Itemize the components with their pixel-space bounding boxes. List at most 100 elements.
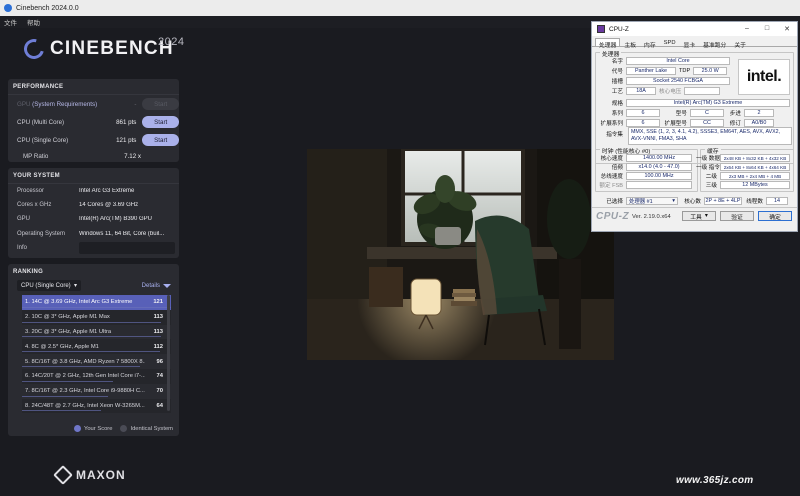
cpuz-tab-bar: 处理器 主板 内存 SPD 显卡 基准跑分 关于 [592,36,797,49]
menu-help[interactable]: 帮助 [27,17,40,27]
ranking-row-label: 4. 8C @ 2.5* GHz, Apple M1 [25,343,99,350]
cpuz-instr-label: 指令集 [606,132,623,138]
ranking-row-score-bar [22,395,109,397]
system-row-value: Intel(R) Arc(TM) B390 GPU [79,216,153,223]
cpuz-l1i-label: 一级 指令 [696,165,720,171]
gpu-row: GPU (System Requirements) - Start [8,95,179,113]
cpuz-family-value: 6 [626,109,660,117]
performance-panel: PERFORMANCE GPU (System Requirements) - … [8,79,179,162]
performance-heading: PERFORMANCE [8,79,179,95]
ranking-row[interactable]: 3. 20C @ 3* GHz, Apple M1 Ultra 113 [22,325,171,340]
maxon-text: MAXON [76,468,126,482]
ranking-row-label: 7. 8C/16T @ 2.3 GHz, Intel Core i9-9880H… [25,388,145,395]
ranking-heading: RANKING [13,269,44,275]
cpuz-revision-value: A0/B0 [744,119,774,127]
cpuz-tab[interactable]: 内存 [640,38,660,49]
cpuz-footer: CPU-Z Ver. 2.19.0.x64 工具 ▾ 验证 确定 [592,207,797,231]
ranking-row-score: 113 [153,314,163,321]
cpuz-l1d-value: 2x48 KB + 8x32 KB + 4x32 KB [720,154,790,162]
cpuz-package-label: 插槽 [611,79,623,85]
cpuz-instr-value: MMX, SSE (1, 2, 3, 4.1, 4.2), SSSE3, EM6… [628,127,792,145]
cpuz-extfamily-value: 6 [626,119,660,127]
single-core-start-button[interactable]: Start [142,134,179,146]
cpuz-tab[interactable]: 主板 [620,38,640,49]
cpuz-ok-button[interactable]: 确定 [758,211,792,221]
cpuz-core-speed-value: 1400.00 MHz [626,154,692,162]
ranking-row[interactable]: 8. 24C/48T @ 2.7 GHz, Intel Xeon W-3265M… [22,398,171,414]
ranking-scrollbar[interactable] [167,295,170,411]
minimize-icon[interactable]: – [737,25,757,33]
cpuz-tdp-label: TDP [679,68,691,74]
cpuz-window: CPU-Z – □ ✕ 处理器 主板 内存 SPD 显卡 基准跑分 关于 处理器 名字 In… [591,21,798,232]
cpuz-voltage-label: 核心电压 [659,89,682,95]
cpuz-brand: CPU-Z [596,211,630,222]
ranking-row-score: 121 [153,299,163,306]
ranking-row[interactable]: 2. 10C @ 3* GHz, Apple M1 Max 113 [22,309,171,325]
mp-ratio-label: MP Ratio [23,152,49,160]
close-icon[interactable]: ✕ [777,25,797,33]
system-row: Operating System Windows 11, 64 Bit, Core… [8,227,179,241]
system-row-value: 14 Cores @ 3.69 GHz [79,202,139,209]
chevron-down-icon: ▾ [704,213,708,219]
ranking-row-score-bar [22,336,162,338]
cpuz-tab[interactable]: 基准跑分 [699,38,730,49]
cpuz-bus-label: 总线速度 [600,174,623,180]
cpuz-tab[interactable]: 处理器 [595,38,621,49]
ranking-row-score: 112 [153,343,163,350]
ranking-row[interactable]: 5. 8C/16T @ 3.8 GHz, AMD Ryzen 7 5800X 8… [22,354,171,369]
details-button[interactable]: Details [142,283,171,289]
ranking-row-score: 96 [156,358,163,365]
cpuz-stepping-value: 2 [744,109,774,117]
cpuz-validate-button[interactable]: 验证 [720,211,754,221]
system-row-key: Processor [17,188,45,195]
cpuz-spec-value: Intel(R) Arc(TM) G3 Extreme [626,99,790,107]
cpuz-tools-button[interactable]: 工具 ▾ [682,211,716,221]
cpuz-package-value: Socket 2540 FCBGA [626,77,730,85]
info-field[interactable] [79,241,175,254]
ranking-row-score: 70 [156,388,163,395]
cpuz-tab[interactable]: 显卡 [680,38,700,49]
ranking-row-score-bar [22,321,162,323]
watermark: www.365jz.com [676,475,754,486]
ranking-row-score-bar [22,410,101,412]
multi-core-row: CPU (Multi Core) 861 pts Start [8,113,179,131]
cpuz-bus-value: 100.00 MHz [626,172,692,180]
maxon-logo: MAXON [53,465,126,485]
single-core-score: 121 pts [116,136,137,144]
system-row-key: Operating System [17,230,66,237]
ranking-legend: Your Score Identical System [66,425,173,432]
multi-core-score: 861 pts [116,118,137,126]
ranking-row[interactable]: 4. 8C @ 2.5* GHz, Apple M1 112 [22,339,171,355]
single-core-label: CPU (Single Core) [17,136,69,144]
details-label: Details [141,282,160,289]
ranking-row-label: 3. 20C @ 3* GHz, Apple M1 Ultra [25,328,112,335]
multi-core-start-button[interactable]: Start [142,116,179,128]
brand-year: 2024 [158,36,185,48]
ranking-row-label: 2. 10C @ 3* GHz, Apple M1 Max [25,314,110,321]
ranking-mode-dropdown[interactable]: CPU (Single Core) ▾ [17,280,81,291]
cpuz-version: Ver. 2.19.0.x64 [632,214,671,220]
cpuz-selection-dropdown[interactable]: 处理器 #1 ▾ [626,197,678,205]
maximize-icon[interactable]: □ [757,25,777,33]
gpu-start-button[interactable]: Start [142,98,179,110]
cpuz-tab[interactable]: 关于 [730,38,750,49]
maxon-logo-icon [53,465,73,485]
menu-file[interactable]: 文件 [4,17,17,27]
gpu-score: - [134,100,137,108]
ranking-row[interactable]: 7. 8C/16T @ 2.3 GHz, Intel Core i9-9880H… [22,384,171,399]
cpuz-voltage-value [684,87,721,95]
ranking-row-score-bar [22,365,141,367]
legend-your-score: Your Score [84,425,113,432]
cpuz-fsb-value [626,181,692,189]
app-icon [4,4,12,12]
cpuz-l1i-value: 2x64 KB + 8x64 KB + 4x64 KB [720,163,790,171]
gpu-requirements-link[interactable]: (System Requirements) [32,101,97,108]
cpuz-l3-value: 12 MBytes [720,181,790,189]
ranking-row-selected[interactable]: 1. 14C @ 3.69 GHz, Intel Arc G3 Extreme 1… [22,295,171,310]
ranking-row-label: 5. 8C/16T @ 3.8 GHz, AMD Ryzen 7 5800X 8… [25,358,145,365]
ranking-row[interactable]: 6. 14C/20T @ 2 GHz, 12th Gen Intel Core … [22,368,171,384]
cpuz-tab[interactable]: SPD [660,38,680,46]
ranking-list[interactable]: 1. 14C @ 3.69 GHz, Intel Arc G3 Extreme 1… [22,295,171,417]
cpuz-cores-value: 2P + 8E + 4LP [704,197,742,205]
cpuz-l2-value: 2x3 MB + 2x4 MB + 4 MB [720,172,790,180]
